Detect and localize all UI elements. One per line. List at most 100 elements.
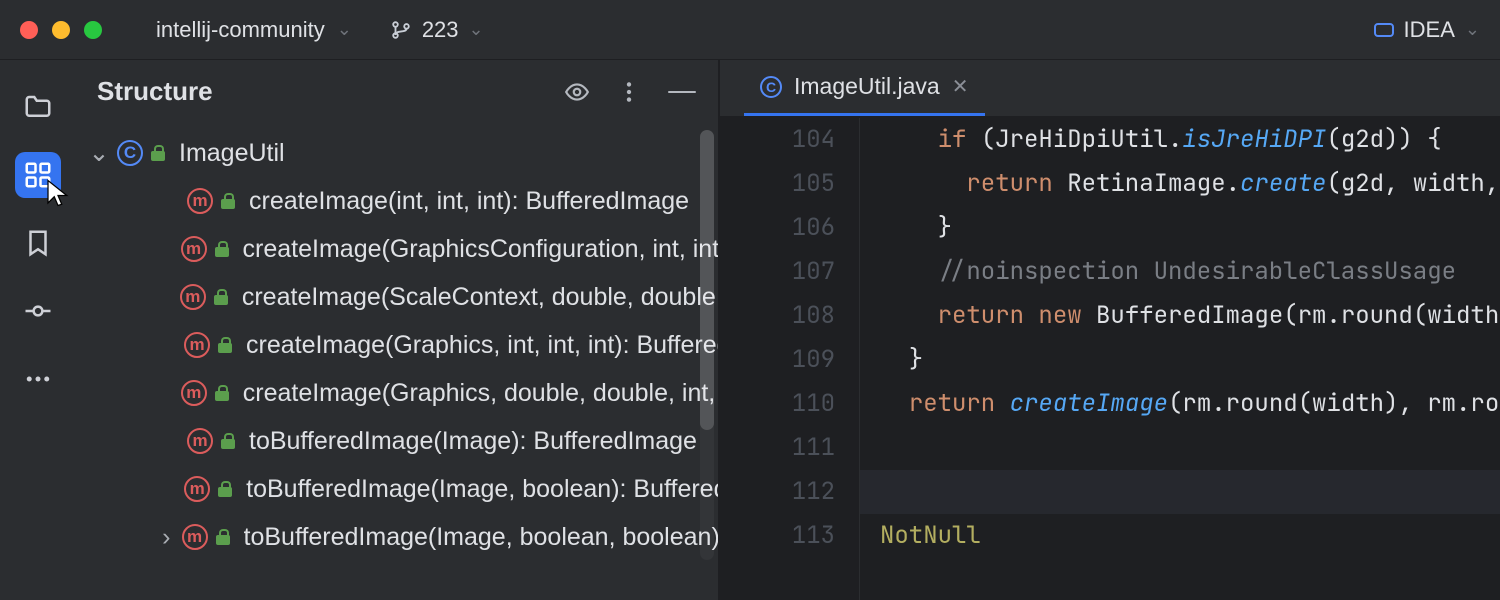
structure-node-label: createImage(GraphicsConfiguration, int, … — [243, 235, 718, 264]
lock-icon — [218, 481, 232, 497]
maximize-window-button[interactable] — [84, 21, 102, 39]
code-line[interactable] — [880, 426, 1500, 470]
more-tools-button[interactable] — [15, 356, 61, 402]
code-line[interactable]: return RetinaImage.create(g2d, width, he… — [880, 162, 1500, 206]
line-number: 108 — [720, 294, 835, 338]
project-dropdown[interactable]: intellij-community ⌄ — [146, 11, 362, 49]
more-horizontal-icon — [23, 364, 53, 394]
line-gutter: 104105106107108109110111112113 — [720, 118, 860, 600]
code-text[interactable]: if (JreHiDpiUtil.isJreHiDPI(g2d)) { retu… — [860, 118, 1500, 600]
structure-member-node[interactable]: m createImage(int, int, int): BufferedIma… — [75, 177, 718, 225]
method-icon: m — [187, 188, 213, 214]
structure-node-label: toBufferedImage(Image): BufferedImage — [249, 427, 697, 456]
class-icon: C — [117, 140, 143, 166]
line-number: 110 — [720, 382, 835, 426]
left-tool-strip — [0, 60, 75, 600]
code-line[interactable]: } — [880, 338, 1500, 382]
structure-header: Structure — [75, 60, 718, 121]
bookmarks-tool-button[interactable] — [15, 220, 61, 266]
lock-icon — [214, 289, 228, 305]
structure-root-node[interactable]: ⌄ C ImageUtil — [75, 129, 718, 177]
chevron-down-icon: ⌄ — [337, 19, 352, 40]
lock-icon — [151, 145, 165, 161]
structure-title: Structure — [97, 76, 564, 107]
editor-tab-filename: ImageUtil.java — [794, 73, 940, 100]
structure-panel: Structure ⌄ C ImageUtil m createImage(int… — [75, 60, 720, 600]
line-number: 104 — [720, 118, 835, 162]
commit-tool-button[interactable] — [15, 288, 61, 334]
structure-tool-button[interactable] — [15, 152, 61, 198]
structure-member-node[interactable]: m toBufferedImage(Image, boolean): Buffer… — [75, 465, 718, 513]
class-icon: C — [760, 76, 782, 98]
structure-node-label: ImageUtil — [179, 139, 285, 168]
minimize-window-button[interactable] — [52, 21, 70, 39]
lock-icon — [218, 337, 232, 353]
folder-icon — [23, 92, 53, 122]
method-icon: m — [181, 236, 207, 262]
code-line[interactable]: if (JreHiDpiUtil.isJreHiDPI(g2d)) { — [880, 118, 1500, 162]
structure-member-node[interactable]: m createImage(Graphics, int, int, int): B… — [75, 321, 718, 369]
lock-icon — [221, 193, 235, 209]
hide-panel-button[interactable] — [668, 91, 696, 93]
method-icon: m — [180, 284, 206, 310]
code-line[interactable]: } — [880, 206, 1500, 250]
structure-member-node[interactable]: m createImage(ScaleContext, double, doubl… — [75, 273, 718, 321]
project-tool-button[interactable] — [15, 84, 61, 130]
titlebar: intellij-community ⌄ 223 ⌄ IDEA ⌄ — [0, 0, 1500, 60]
branch-icon — [390, 19, 412, 41]
code-line[interactable]: NotNull — [880, 514, 1500, 558]
method-icon: m — [182, 524, 208, 550]
structure-member-node[interactable]: mcreateImage(Graphics, double, double, i… — [75, 369, 718, 417]
structure-node-label: toBufferedImage(Image, boolean): Buffere… — [246, 475, 718, 504]
chevron-right-icon[interactable]: › — [159, 523, 174, 552]
structure-scrollbar-thumb[interactable] — [700, 130, 714, 430]
code-line[interactable] — [860, 470, 1500, 514]
eye-icon[interactable] — [564, 79, 590, 105]
structure-node-label: createImage(int, int, int): BufferedImag… — [249, 187, 689, 216]
structure-icon — [23, 160, 53, 190]
chevron-down-icon: ⌄ — [1465, 19, 1480, 40]
structure-node-label: toBufferedImage(Image, boolean, boolean)… — [244, 523, 718, 552]
ide-icon — [1374, 23, 1394, 37]
code-line[interactable]: //noinspection UndesirableClassUsage — [880, 250, 1500, 294]
chevron-down-icon[interactable]: ⌄ — [89, 138, 109, 168]
method-icon: m — [181, 380, 207, 406]
editor-tabs: C ImageUtil.java ✕ — [720, 60, 1500, 118]
close-window-button[interactable] — [20, 21, 38, 39]
lock-icon — [215, 241, 229, 257]
code-line[interactable]: return createImage(rm.round(width), rm.r… — [880, 382, 1500, 426]
lock-icon — [221, 433, 235, 449]
line-number: 111 — [720, 426, 835, 470]
line-number: 112 — [720, 470, 835, 514]
line-number: 113 — [720, 514, 835, 558]
chevron-down-icon: ⌄ — [469, 19, 484, 40]
vcs-branch-dropdown[interactable]: 223 ⌄ — [390, 17, 484, 43]
line-number: 109 — [720, 338, 835, 382]
more-vertical-icon[interactable] — [616, 79, 642, 105]
code-line[interactable]: return new BufferedImage(rm.round(width)… — [880, 294, 1500, 338]
lock-icon — [216, 529, 230, 545]
editor-tab[interactable]: C ImageUtil.java ✕ — [744, 60, 985, 116]
structure-tree[interactable]: ⌄ C ImageUtil m createImage(int, int, int… — [75, 121, 718, 569]
method-icon: m — [187, 428, 213, 454]
project-name-label: intellij-community — [156, 17, 325, 43]
method-icon: m — [184, 476, 210, 502]
window-controls — [20, 21, 102, 39]
method-icon: m — [184, 332, 210, 358]
line-number: 106 — [720, 206, 835, 250]
ide-selector-dropdown[interactable]: IDEA ⌄ — [1374, 17, 1480, 43]
commit-icon — [23, 296, 53, 326]
branch-count-label: 223 — [422, 17, 459, 43]
line-number: 107 — [720, 250, 835, 294]
structure-member-node[interactable]: m createImage(GraphicsConfiguration, int,… — [75, 225, 718, 273]
structure-node-label: createImage(ScaleContext, double, double… — [242, 283, 718, 312]
ide-label: IDEA — [1404, 17, 1455, 43]
bookmark-icon — [23, 228, 53, 258]
code-area[interactable]: 104105106107108109110111112113 if (JreHi… — [720, 118, 1500, 600]
lock-icon — [215, 385, 229, 401]
close-tab-button[interactable]: ✕ — [952, 74, 969, 99]
structure-node-label: createImage(Graphics, int, int, int): Bu… — [246, 331, 718, 360]
line-number: 105 — [720, 162, 835, 206]
structure-member-node[interactable]: › m toBufferedImage(Image, boolean, boolea… — [75, 513, 718, 561]
structure-member-node[interactable]: m toBufferedImage(Image): BufferedImage — [75, 417, 718, 465]
